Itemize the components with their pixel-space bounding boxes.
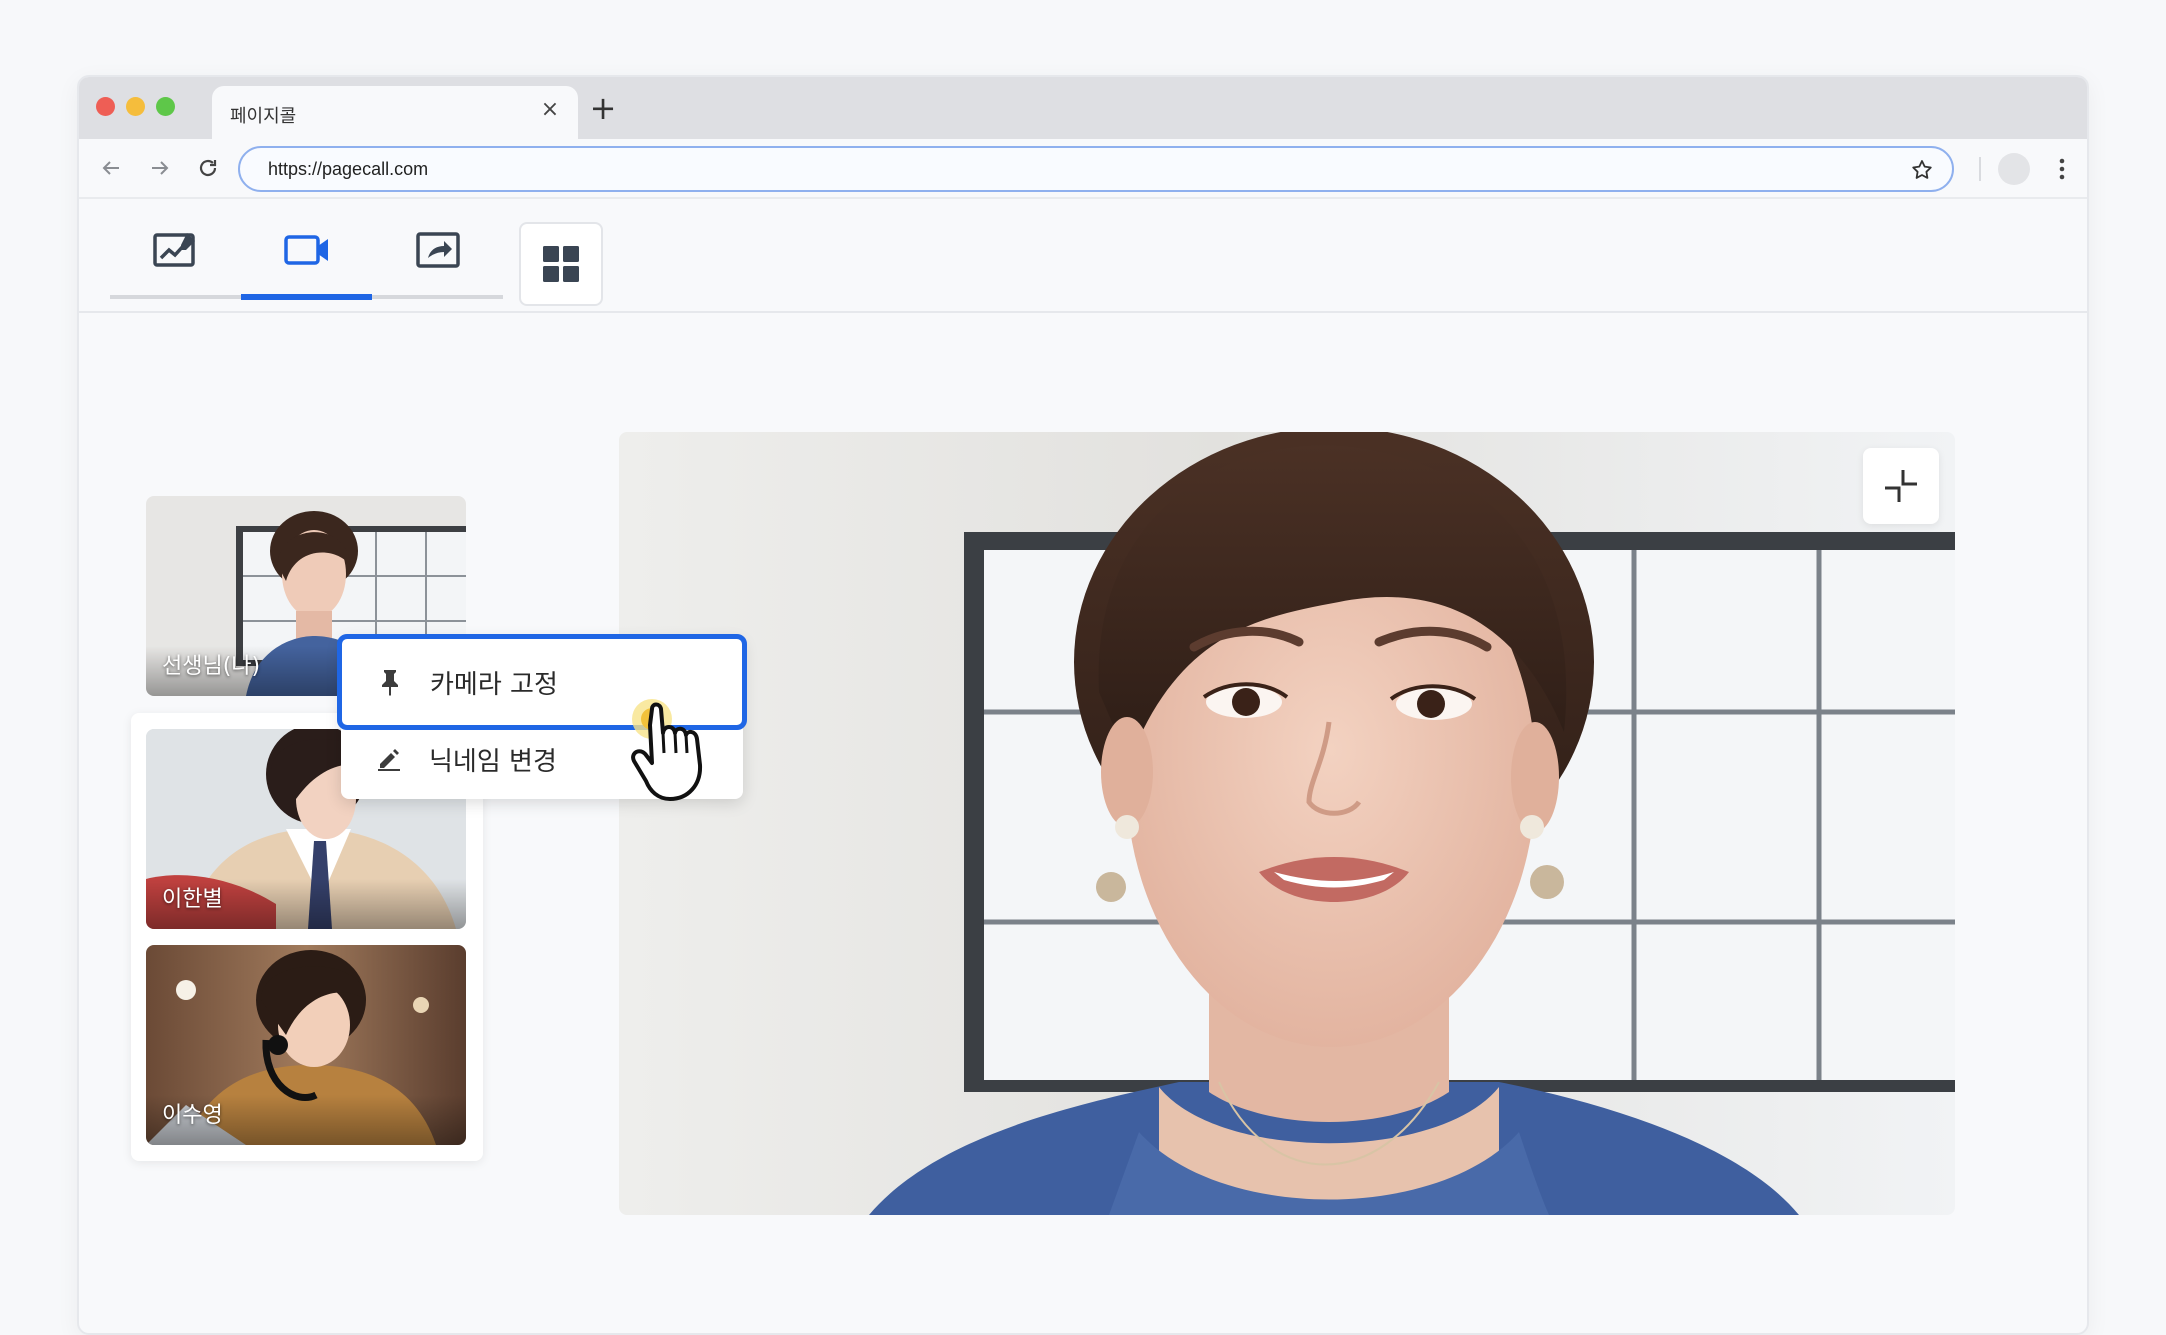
tab-underline (372, 295, 503, 299)
more-menu-icon[interactable] (2049, 153, 2075, 185)
close-window-button[interactable] (96, 97, 115, 116)
bookmark-star-icon[interactable] (1908, 156, 1936, 184)
tab-close-icon[interactable]: × (536, 96, 564, 124)
menu-item-label: 닉네임 변경 (429, 746, 557, 777)
participant-tile-student-2[interactable]: 이수영 (146, 945, 466, 1145)
participant-name: 이한별 (162, 887, 223, 912)
reload-icon[interactable] (190, 150, 226, 186)
tab-video[interactable] (241, 201, 372, 300)
tab-screen-share[interactable] (372, 201, 503, 299)
whiteboard-icon (152, 233, 195, 267)
layout-grid-button[interactable] (519, 222, 603, 306)
grid-layout-icon (543, 246, 579, 282)
participant-name: 선생님(나) (162, 654, 261, 679)
screen-share-icon (415, 232, 460, 268)
video-camera-icon (283, 235, 328, 265)
menu-item-label: 카메라 고정 (430, 669, 558, 700)
browser-toolbar: https://pagecall.com (79, 139, 2087, 199)
tab-underline-active (241, 294, 372, 300)
url-text: https://pagecall.com (268, 159, 429, 179)
pencil-icon (375, 745, 403, 773)
maximize-window-button[interactable] (156, 97, 175, 116)
toolbar-separator (1979, 157, 1981, 181)
participant-name: 이수영 (162, 1103, 223, 1128)
title-bar: 페이지콜 × + (79, 77, 2087, 139)
browser-tab[interactable]: 페이지콜 × (212, 86, 578, 139)
speaker-video-image (619, 432, 1955, 1215)
forward-icon[interactable] (142, 150, 178, 186)
hand-cursor-icon (631, 699, 703, 801)
tab-whiteboard[interactable] (110, 201, 241, 299)
tab-title: 페이지콜 (230, 106, 297, 127)
minimize-video-button[interactable] (1863, 448, 1939, 524)
collapse-icon (1885, 470, 1917, 502)
back-icon[interactable] (93, 150, 129, 186)
tab-underline (110, 295, 241, 299)
app-toolbar (79, 201, 2087, 313)
profile-avatar[interactable] (1998, 153, 2030, 185)
browser-window: 페이지콜 × + https://pagecall.com 선생님(나) 이한별… (77, 75, 2089, 1335)
minimize-window-button[interactable] (126, 97, 145, 116)
new-tab-button[interactable]: + (585, 91, 621, 127)
pin-icon (376, 668, 404, 696)
main-video-feed[interactable] (619, 432, 1955, 1215)
address-bar[interactable]: https://pagecall.com (238, 146, 1954, 192)
